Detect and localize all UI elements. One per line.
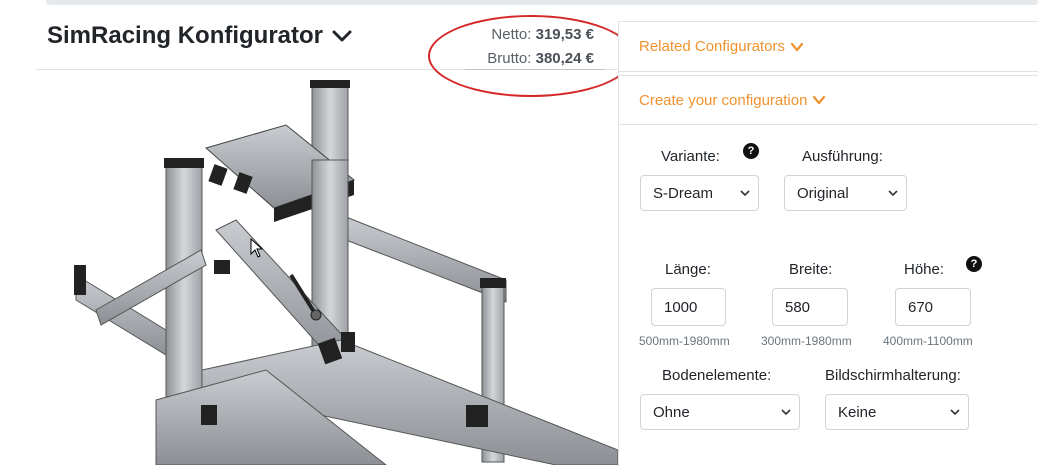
ausfuehrung-select[interactable]: Original [784, 175, 907, 211]
create-configuration-label: Create your configuration [639, 91, 808, 109]
top-bar [46, 0, 1038, 5]
ausfuehrung-label: Ausführung: [802, 148, 883, 165]
variante-help-icon[interactable]: ? [743, 143, 759, 159]
hoehe-hint: 400mm-1100mm [883, 334, 973, 348]
config-panel: Related Configurators Create your config… [618, 21, 1038, 466]
mouse-cursor-icon [250, 238, 264, 258]
variante-select-value: S-Dream [653, 184, 714, 202]
page-title[interactable]: SimRacing Konfigurator [47, 22, 353, 50]
chevron-down-icon [781, 409, 791, 416]
bodenelemente-select-value: Ohne [653, 403, 690, 421]
related-configurators-label: Related Configurators [639, 38, 785, 55]
hoehe-label: Höhe: [904, 261, 945, 278]
chevron-down-icon [950, 409, 960, 416]
laenge-hint: 500mm-1980mm [639, 334, 730, 348]
bildschirmhalterung-label: Bildschirmhalterung: [825, 367, 961, 384]
bodenelemente-select[interactable]: Ohne [640, 394, 800, 430]
related-configurators-toggle[interactable]: Related Configurators [619, 22, 1038, 72]
chevron-down-icon[interactable] [331, 25, 353, 47]
chevron-down-icon [813, 95, 826, 105]
hoehe-help-icon[interactable]: ? [966, 256, 982, 272]
bodenelemente-label: Bodenelemente: [662, 367, 772, 384]
breite-label: Breite: [789, 261, 833, 278]
create-configuration-toggle[interactable]: Create your configuration [619, 75, 1038, 125]
variante-label: Variante: [661, 148, 720, 165]
rig-render-image [74, 80, 618, 465]
page-title-text: SimRacing Konfigurator [47, 22, 324, 49]
ausfuehrung-select-value: Original [797, 184, 849, 202]
breite-hint: 300mm-1980mm [761, 334, 852, 348]
bildschirmhalterung-select-value: Keine [838, 403, 877, 421]
chevron-down-icon [740, 190, 750, 197]
breite-input[interactable] [772, 288, 848, 326]
product-render [36, 70, 618, 465]
laenge-input[interactable] [651, 288, 726, 326]
laenge-label: Länge: [665, 261, 711, 278]
chevron-down-icon [790, 42, 804, 51]
bildschirmhalterung-select[interactable]: Keine [825, 394, 969, 430]
chevron-down-icon [888, 190, 898, 197]
variante-select[interactable]: S-Dream [640, 175, 759, 211]
hoehe-input[interactable] [895, 288, 971, 326]
